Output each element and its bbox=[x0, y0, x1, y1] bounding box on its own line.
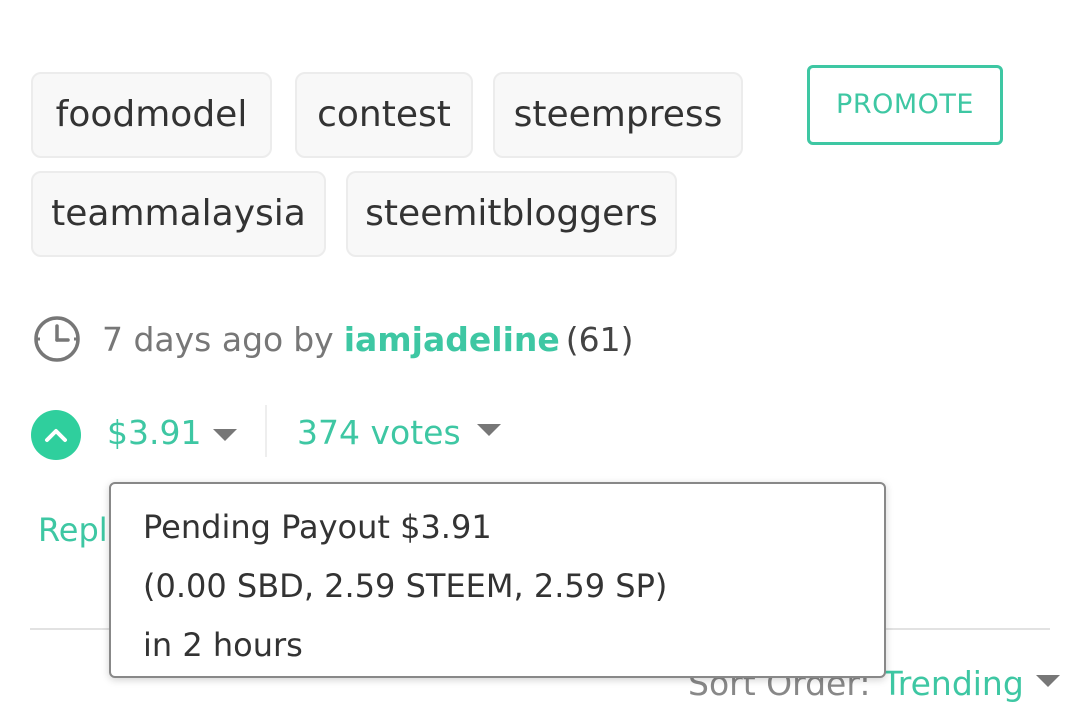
post-meta: 7 days ago by iamjadeline (61) bbox=[32, 314, 634, 364]
tooltip-pending-payout: Pending Payout $3.91 bbox=[143, 508, 492, 546]
upvote-button[interactable] bbox=[31, 410, 81, 460]
payout-tooltip: Pending Payout $3.91 (0.00 SBD, 2.59 STE… bbox=[109, 482, 886, 678]
tag-foodmodel[interactable]: foodmodel bbox=[31, 72, 272, 158]
by-label: by bbox=[293, 319, 334, 359]
caret-down-icon bbox=[1035, 675, 1060, 687]
caret-down-icon bbox=[213, 428, 238, 441]
divider bbox=[265, 405, 267, 457]
tag-steempress[interactable]: steempress bbox=[493, 72, 743, 158]
tooltip-time-remaining: in 2 hours bbox=[143, 626, 303, 664]
clock-icon bbox=[34, 316, 80, 362]
payout-amount: $3.91 bbox=[107, 413, 202, 452]
reply-link[interactable]: Repl bbox=[38, 508, 108, 552]
post-time[interactable]: 7 days ago bbox=[102, 320, 283, 359]
sort-order-value[interactable]: Trending bbox=[882, 664, 1023, 703]
tag-teammalaysia[interactable]: teammalaysia bbox=[31, 171, 326, 257]
payout-dropdown[interactable]: $3.91 bbox=[107, 410, 238, 456]
author-link[interactable]: iamjadeline bbox=[344, 320, 560, 359]
votes-dropdown[interactable]: 374 votes bbox=[297, 410, 501, 456]
chevron-up-icon bbox=[45, 429, 67, 442]
author-reputation: (61) bbox=[565, 319, 634, 359]
votes-count: 374 votes bbox=[297, 413, 461, 452]
tag-steemitbloggers[interactable]: steemitbloggers bbox=[346, 171, 677, 257]
caret-down-icon bbox=[476, 424, 501, 436]
tag-contest[interactable]: contest bbox=[295, 72, 473, 158]
tooltip-breakdown: (0.00 SBD, 2.59 STEEM, 2.59 SP) bbox=[143, 567, 668, 605]
promote-button[interactable]: PROMOTE bbox=[807, 65, 1003, 145]
